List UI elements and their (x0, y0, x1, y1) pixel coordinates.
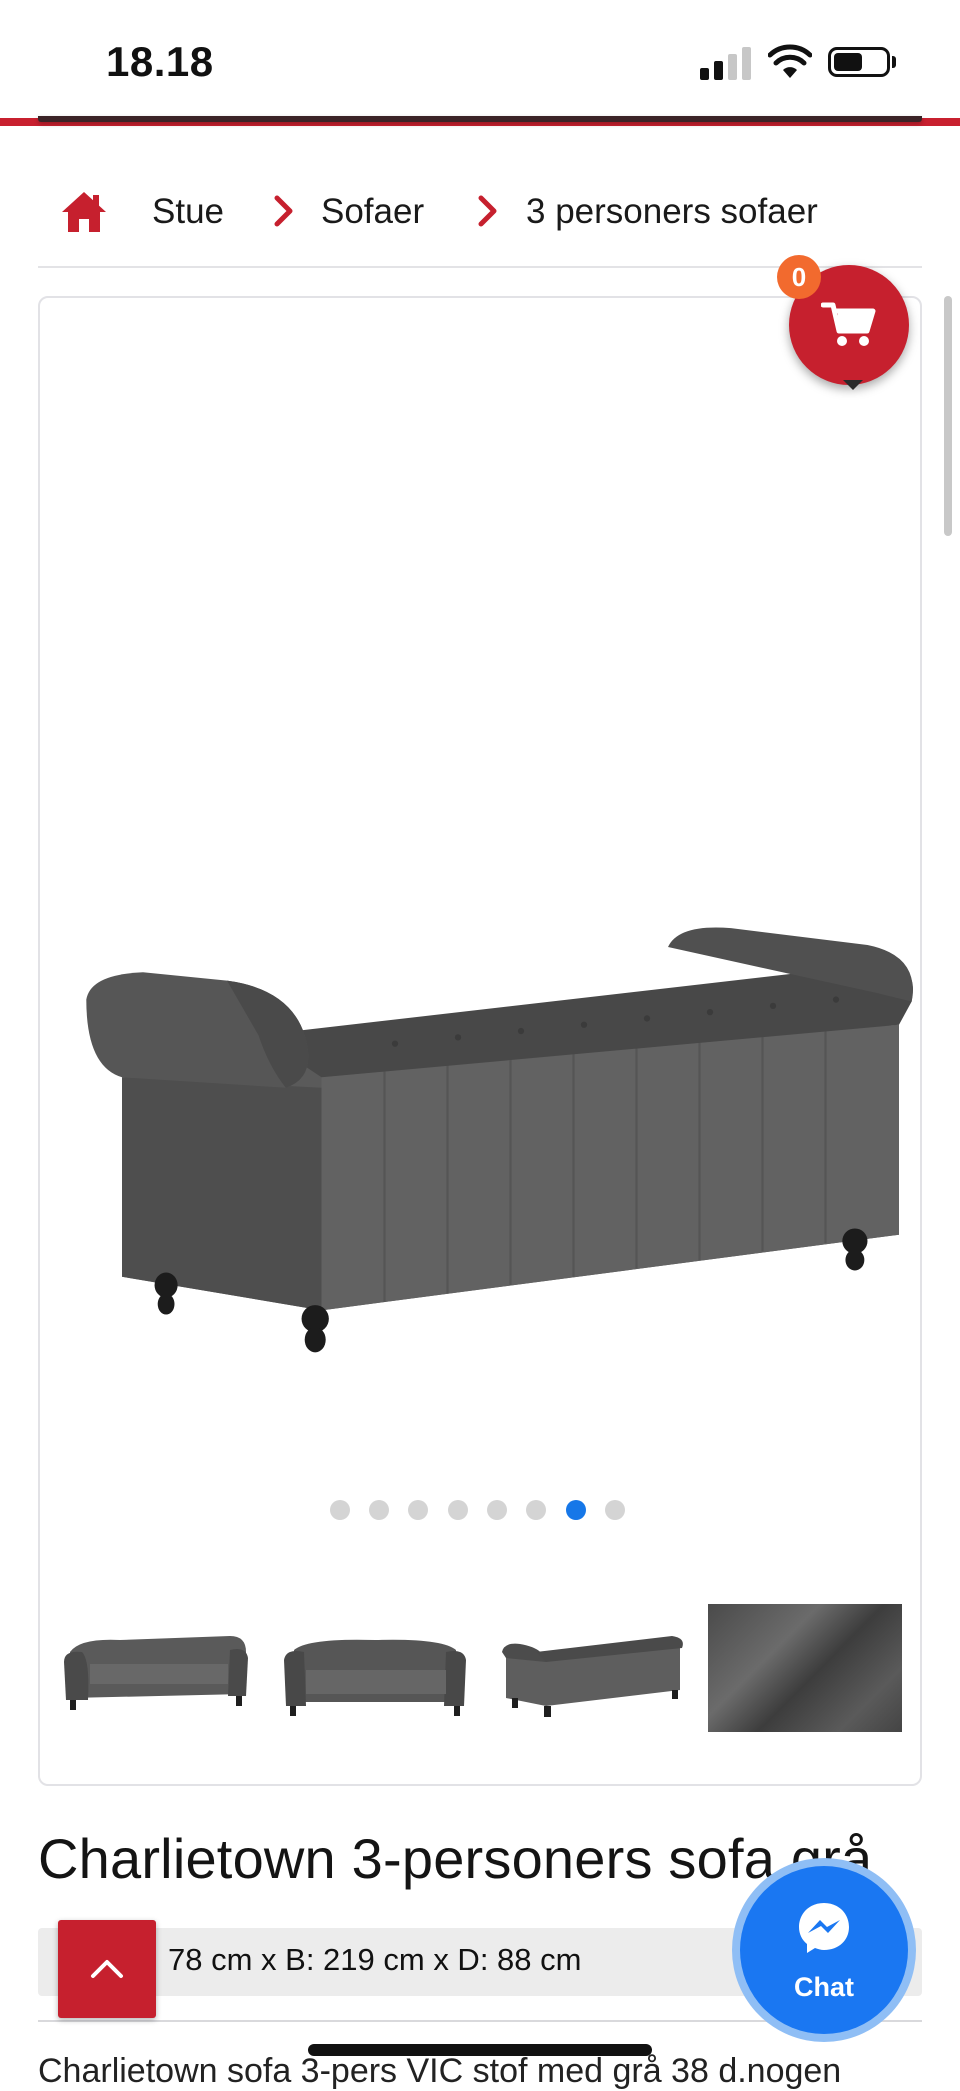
product-dimensions: 78 cm x B: 219 cm x D: 88 cm (168, 1942, 582, 1977)
carousel-dot[interactable] (526, 1500, 546, 1520)
thumbnail-fabric-closeup[interactable] (708, 1604, 902, 1732)
carousel-dot[interactable] (448, 1500, 468, 1520)
home-icon[interactable] (60, 188, 108, 236)
chevron-right-icon (274, 195, 293, 227)
battery-icon (828, 47, 890, 77)
carousel-dot[interactable] (330, 1500, 350, 1520)
thumbnail-sofa-back[interactable] (496, 1602, 690, 1732)
carousel-dot[interactable] (408, 1500, 428, 1520)
chevron-up-icon (91, 1960, 123, 1978)
messenger-icon (799, 1903, 849, 1953)
breadcrumb-item-stue[interactable]: Stue (152, 192, 224, 232)
back-to-top-button[interactable] (58, 1920, 156, 2018)
carousel-dot[interactable] (487, 1500, 507, 1520)
chat-button[interactable]: Chat (740, 1866, 908, 2034)
carousel-dot[interactable] (605, 1500, 625, 1520)
product-title: Charlietown 3-personers sofa grå (38, 1827, 873, 1890)
status-bar: 18.18 (0, 0, 960, 118)
header-bar (38, 116, 922, 122)
signal-icon (700, 46, 752, 80)
cart-count-badge: 0 (777, 255, 821, 299)
breadcrumb: Stue Sofaer 3 personers sofaer (38, 170, 922, 268)
shopping-cart-icon (821, 302, 876, 346)
carousel-dot[interactable] (369, 1500, 389, 1520)
product-description: Charlietown sofa 3-pers VIC stof med grå… (38, 2052, 842, 2090)
chat-label: Chat (794, 1972, 854, 2002)
breadcrumb-item-3-personers-sofaer[interactable]: 3 personers sofaer (526, 192, 818, 232)
thumbnail-sofa-front[interactable] (278, 1602, 472, 1732)
scrollbar[interactable] (944, 296, 952, 536)
carousel-dot-active[interactable] (566, 1500, 586, 1520)
home-indicator[interactable] (308, 2044, 652, 2056)
wifi-icon (768, 44, 812, 78)
breadcrumb-item-sofaer[interactable]: Sofaer (321, 192, 424, 232)
thumbnail-sofa-front-angle[interactable] (60, 1602, 254, 1732)
product-main-image[interactable] (80, 776, 920, 1536)
chevron-right-icon (478, 195, 497, 227)
status-time: 18.18 (106, 38, 214, 85)
